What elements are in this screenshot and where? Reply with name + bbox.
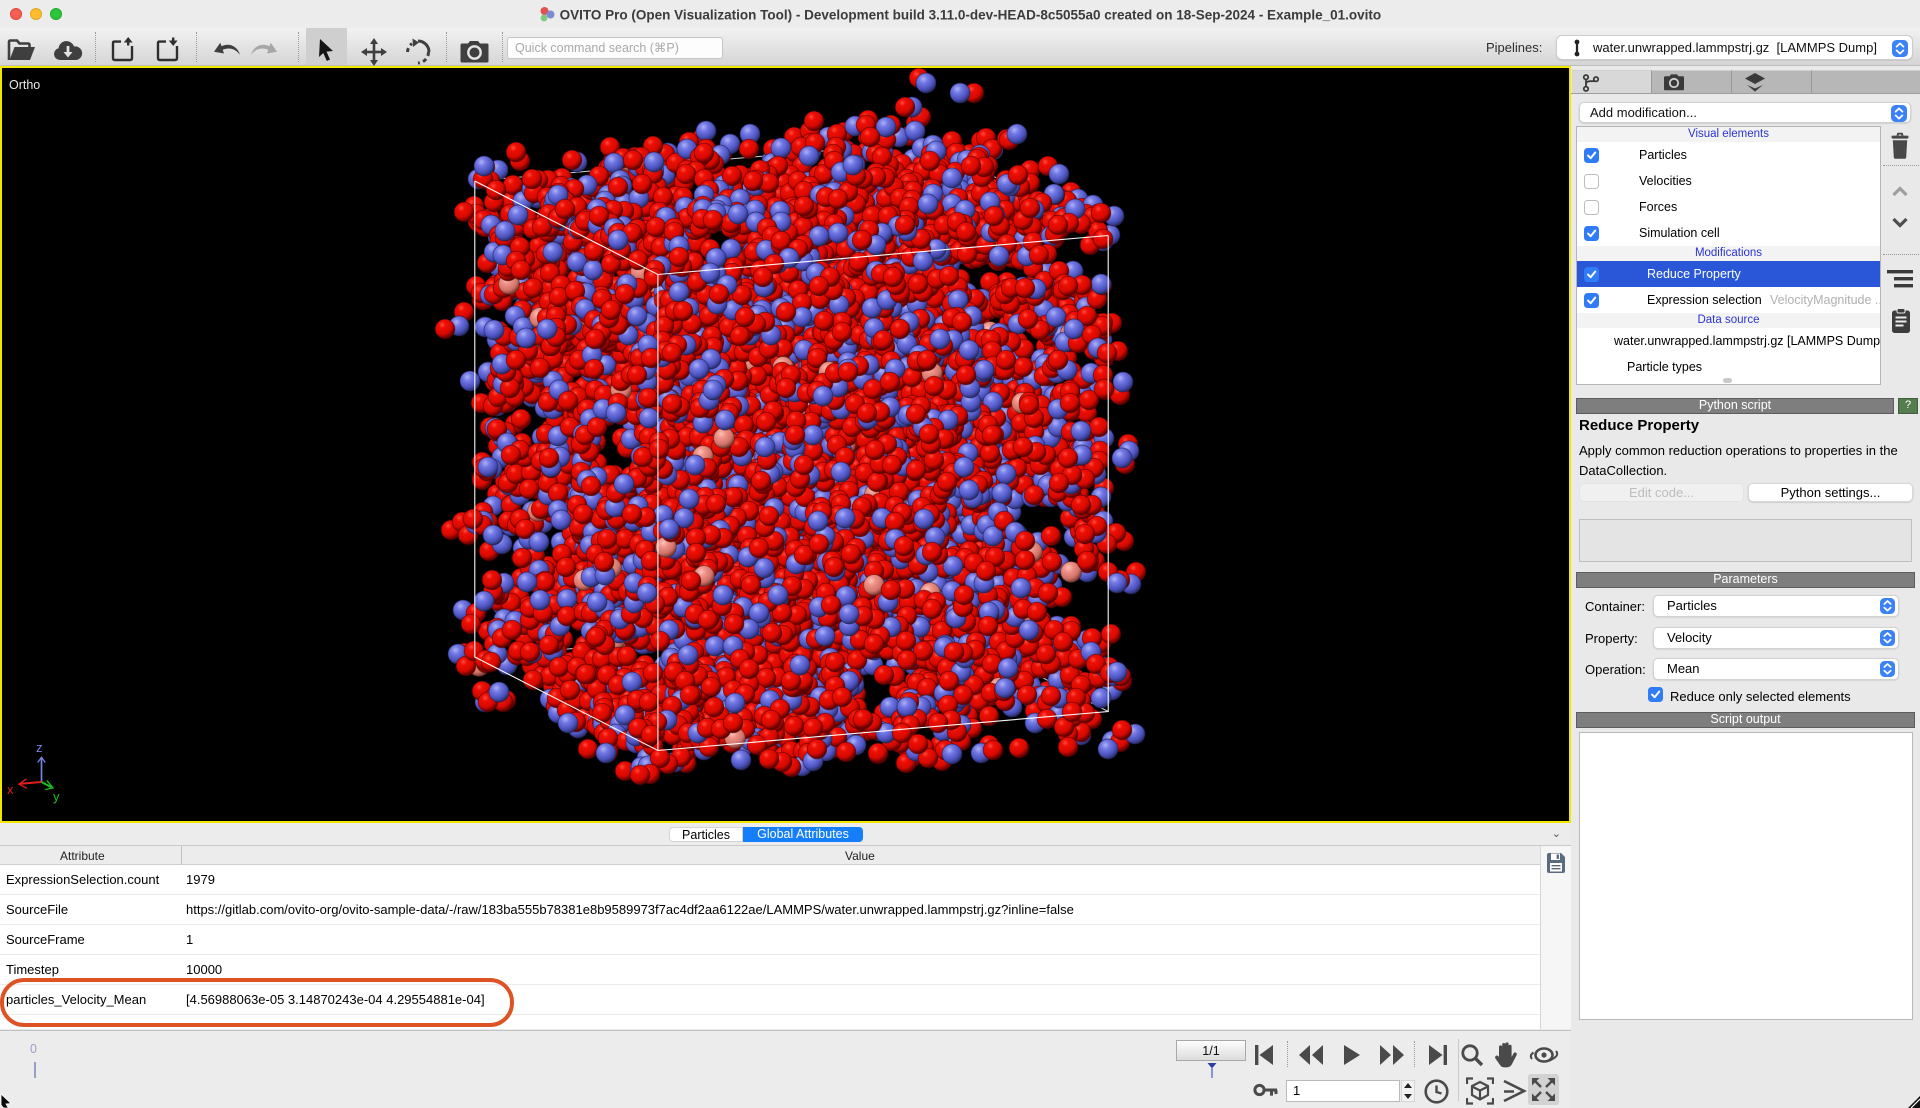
svg-text:y: y [53, 789, 60, 804]
svg-text:Ortho: Ortho [9, 78, 40, 92]
svg-text:z: z [36, 740, 43, 755]
svg-text:x: x [7, 782, 14, 797]
